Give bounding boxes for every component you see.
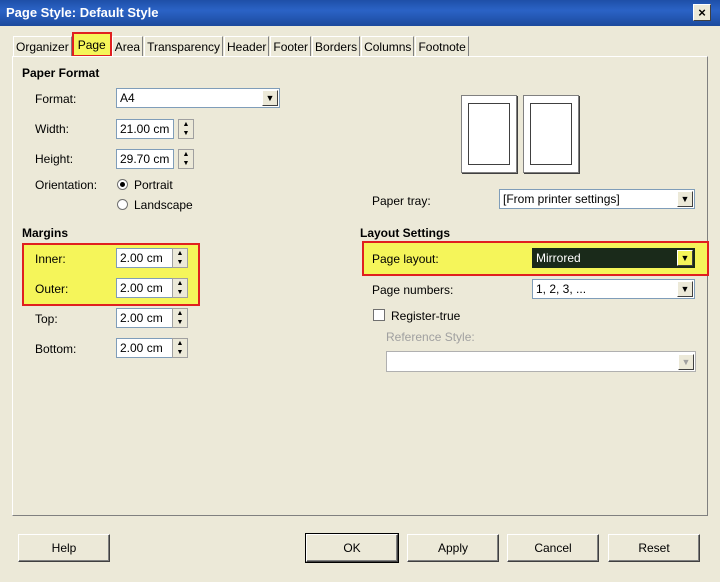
chevron-down-icon[interactable]: ▼ [677, 191, 693, 207]
inner-value: 2.00 cm [120, 251, 163, 265]
page-preview-right [523, 95, 579, 173]
bottom-value: 2.00 cm [120, 341, 163, 355]
apply-button[interactable]: Apply [407, 534, 499, 562]
tab-strip: Organizer Page Area Transparency Header … [13, 32, 470, 57]
portrait-label: Portrait [134, 178, 173, 192]
height-value: 29.70 cm [120, 152, 170, 166]
spin-up-icon: ▲ [182, 151, 190, 158]
spin-down-icon: ▼ [182, 160, 190, 167]
chevron-down-icon[interactable]: ▼ [262, 90, 278, 106]
landscape-label: Landscape [134, 198, 193, 212]
tab-transparency[interactable]: Transparency [144, 36, 223, 56]
spin-up-icon: ▲ [176, 340, 184, 347]
chevron-down-icon[interactable]: ▼ [678, 354, 694, 370]
margins-title: Margins [22, 226, 69, 240]
bottom-input[interactable]: 2.00 cm [116, 338, 174, 358]
top-value: 2.00 cm [120, 311, 163, 325]
outer-label: Outer: [35, 282, 69, 296]
spin-up-icon: ▲ [182, 121, 190, 128]
top-label: Top: [35, 312, 58, 326]
spin-down-icon: ▼ [176, 259, 184, 266]
spin-down-icon: ▼ [176, 289, 184, 296]
help-button[interactable]: Help [18, 534, 110, 562]
width-spinner[interactable]: ▲ ▼ [178, 119, 194, 139]
format-select[interactable]: A4 ▼ [116, 88, 280, 108]
chevron-down-icon[interactable]: ▼ [677, 250, 693, 266]
bottom-label: Bottom: [35, 342, 77, 356]
layout-settings-title: Layout Settings [360, 226, 451, 240]
width-input[interactable]: 21.00 cm [116, 119, 174, 139]
reference-style-label: Reference Style: [386, 330, 475, 344]
portrait-radio[interactable] [117, 179, 128, 190]
width-label: Width: [35, 122, 70, 136]
tab-footer[interactable]: Footer [270, 36, 312, 56]
page-numbers-label: Page numbers: [372, 283, 454, 297]
top-input[interactable]: 2.00 cm [116, 308, 174, 328]
format-label: Format: [35, 92, 77, 106]
inner-input[interactable]: 2.00 cm [116, 248, 174, 268]
height-input[interactable]: 29.70 cm [116, 149, 174, 169]
spin-down-icon: ▼ [176, 319, 184, 326]
outer-spinner[interactable]: ▲ ▼ [172, 278, 188, 298]
page-layout-select[interactable]: Mirrored ▼ [532, 248, 695, 268]
tab-area[interactable]: Area [111, 36, 144, 56]
outer-input[interactable]: 2.00 cm [116, 278, 174, 298]
bottom-spinner[interactable]: ▲ ▼ [172, 338, 188, 358]
ok-button[interactable]: OK [305, 533, 399, 563]
tab-organizer[interactable]: Organizer [13, 36, 72, 56]
spin-up-icon: ▲ [176, 310, 184, 317]
spin-up-icon: ▲ [176, 280, 184, 287]
spin-up-icon: ▲ [176, 250, 184, 257]
inner-label: Inner: [35, 252, 66, 266]
top-spinner[interactable]: ▲ ▼ [172, 308, 188, 328]
page-layout-value: Mirrored [536, 251, 581, 265]
register-true-checkbox[interactable] [373, 309, 385, 321]
radio-selected-dot [120, 182, 125, 187]
format-value: A4 [120, 91, 135, 105]
window-title: Page Style: Default Style [6, 5, 159, 20]
spin-down-icon: ▼ [176, 349, 184, 356]
chevron-down-icon[interactable]: ▼ [677, 281, 693, 297]
page-preview-left [461, 95, 517, 173]
paper-tray-label: Paper tray: [372, 194, 431, 208]
reset-button[interactable]: Reset [608, 534, 700, 562]
page-numbers-select[interactable]: 1, 2, 3, ... ▼ [532, 279, 695, 299]
title-bar: Page Style: Default Style × [0, 0, 720, 26]
tab-footnote[interactable]: Footnote [415, 36, 469, 56]
page-layout-label: Page layout: [372, 252, 439, 266]
paper-format-title: Paper Format [22, 66, 100, 80]
page-numbers-value: 1, 2, 3, ... [536, 282, 587, 296]
tab-borders[interactable]: Borders [312, 36, 361, 56]
cancel-button[interactable]: Cancel [507, 534, 599, 562]
inner-spinner[interactable]: ▲ ▼ [172, 248, 188, 268]
width-value: 21.00 cm [120, 122, 170, 136]
paper-tray-select[interactable]: [From printer settings] ▼ [499, 189, 695, 209]
height-label: Height: [35, 152, 74, 166]
landscape-radio[interactable] [117, 199, 128, 210]
height-spinner[interactable]: ▲ ▼ [178, 149, 194, 169]
close-button[interactable]: × [693, 4, 711, 21]
register-true-label: Register-true [391, 309, 461, 323]
tab-page[interactable]: Page [71, 32, 112, 57]
outer-value: 2.00 cm [120, 281, 163, 295]
paper-tray-value: [From printer settings] [503, 192, 620, 206]
spin-down-icon: ▼ [182, 130, 190, 137]
orientation-label: Orientation: [35, 178, 98, 192]
tab-columns[interactable]: Columns [361, 36, 415, 56]
close-icon: × [698, 5, 706, 20]
tab-header[interactable]: Header [224, 36, 270, 56]
reference-style-select[interactable]: ▼ [386, 351, 696, 372]
